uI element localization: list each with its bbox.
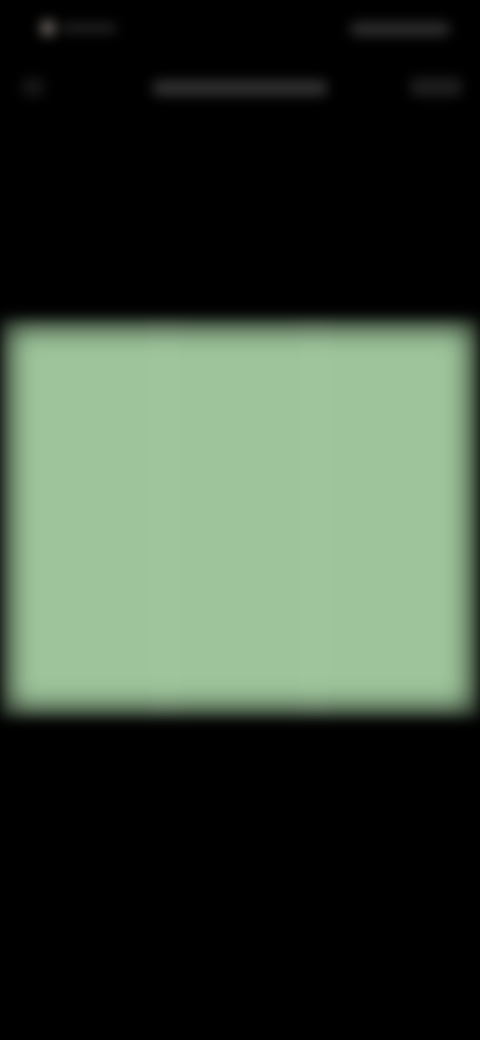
- back-icon[interactable]: [22, 78, 44, 96]
- media-panel[interactable]: [0, 318, 480, 718]
- status-text-placeholder: [62, 24, 116, 32]
- status-bar: [0, 0, 480, 60]
- top-app-bar: [0, 64, 480, 114]
- page-title-placeholder: [152, 80, 328, 96]
- signal-battery-icons: [350, 22, 450, 36]
- status-indicator-icon: [40, 20, 56, 36]
- action-button[interactable]: [410, 78, 462, 96]
- media-stripe: [150, 318, 180, 718]
- media-stripe: [300, 318, 330, 718]
